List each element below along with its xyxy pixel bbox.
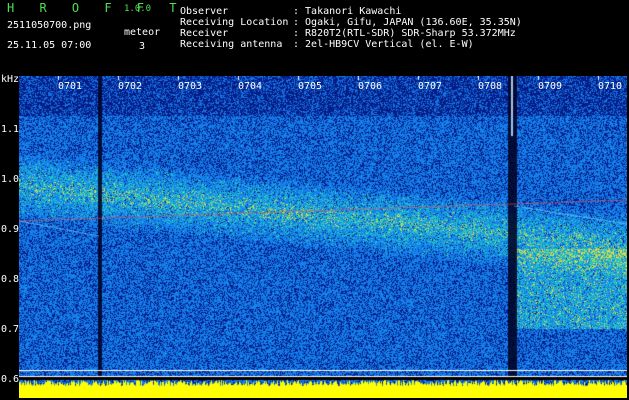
y-tick-label: 1.0 xyxy=(1,174,20,185)
observer-value: : Takanori Kawachi xyxy=(293,6,402,17)
receiver-label: Receiver xyxy=(180,28,229,39)
x-tick-label: 0704 xyxy=(238,81,263,92)
app-title: H R O F F T xyxy=(7,1,186,15)
y-axis-unit: kHz xyxy=(1,74,20,85)
x-tick-label: 0702 xyxy=(118,81,143,92)
x-tick-label: 0705 xyxy=(298,81,323,92)
spectrogram-window: H R O F F T 1.0.0 2511050700.png 25.11.0… xyxy=(0,0,629,400)
y-tick-label: 1.1 xyxy=(1,124,20,135)
x-tick-label: 0703 xyxy=(178,81,203,92)
spectrogram-plot xyxy=(19,76,627,398)
y-tick-label: 0.7 xyxy=(1,324,20,335)
location-label: Receiving Location xyxy=(180,17,289,28)
antenna-label: Receiving antenna xyxy=(180,39,283,50)
app-version: 1.0.0 xyxy=(124,4,152,14)
x-tick-label: 0708 xyxy=(478,81,503,92)
x-tick-label: 0701 xyxy=(58,81,83,92)
y-tick-label: 0.8 xyxy=(1,274,20,285)
meteor-count: 3 xyxy=(139,41,146,52)
x-tick-label: 0707 xyxy=(418,81,443,92)
antenna-value: : 2el-HB9CV Vertical (el. E-W) xyxy=(293,39,474,50)
y-tick-label: 0.9 xyxy=(1,224,20,235)
x-tick-label: 0710 xyxy=(598,81,623,92)
x-tick-label: 0709 xyxy=(538,81,563,92)
x-tick-label: 0706 xyxy=(358,81,383,92)
location-value: : Ogaki, Gifu, JAPAN (136.60E, 35.35N) xyxy=(293,17,522,28)
receiver-value: : R820T2(RTL-SDR) SDR-Sharp 53.372MHz xyxy=(293,28,516,39)
filename: 2511050700.png xyxy=(7,20,92,31)
observer-label: Observer xyxy=(180,6,229,17)
datetime: 25.11.05 07:00 xyxy=(7,40,92,51)
meteor-label: meteor xyxy=(124,27,161,38)
y-tick-label: 0.6 xyxy=(1,374,20,385)
